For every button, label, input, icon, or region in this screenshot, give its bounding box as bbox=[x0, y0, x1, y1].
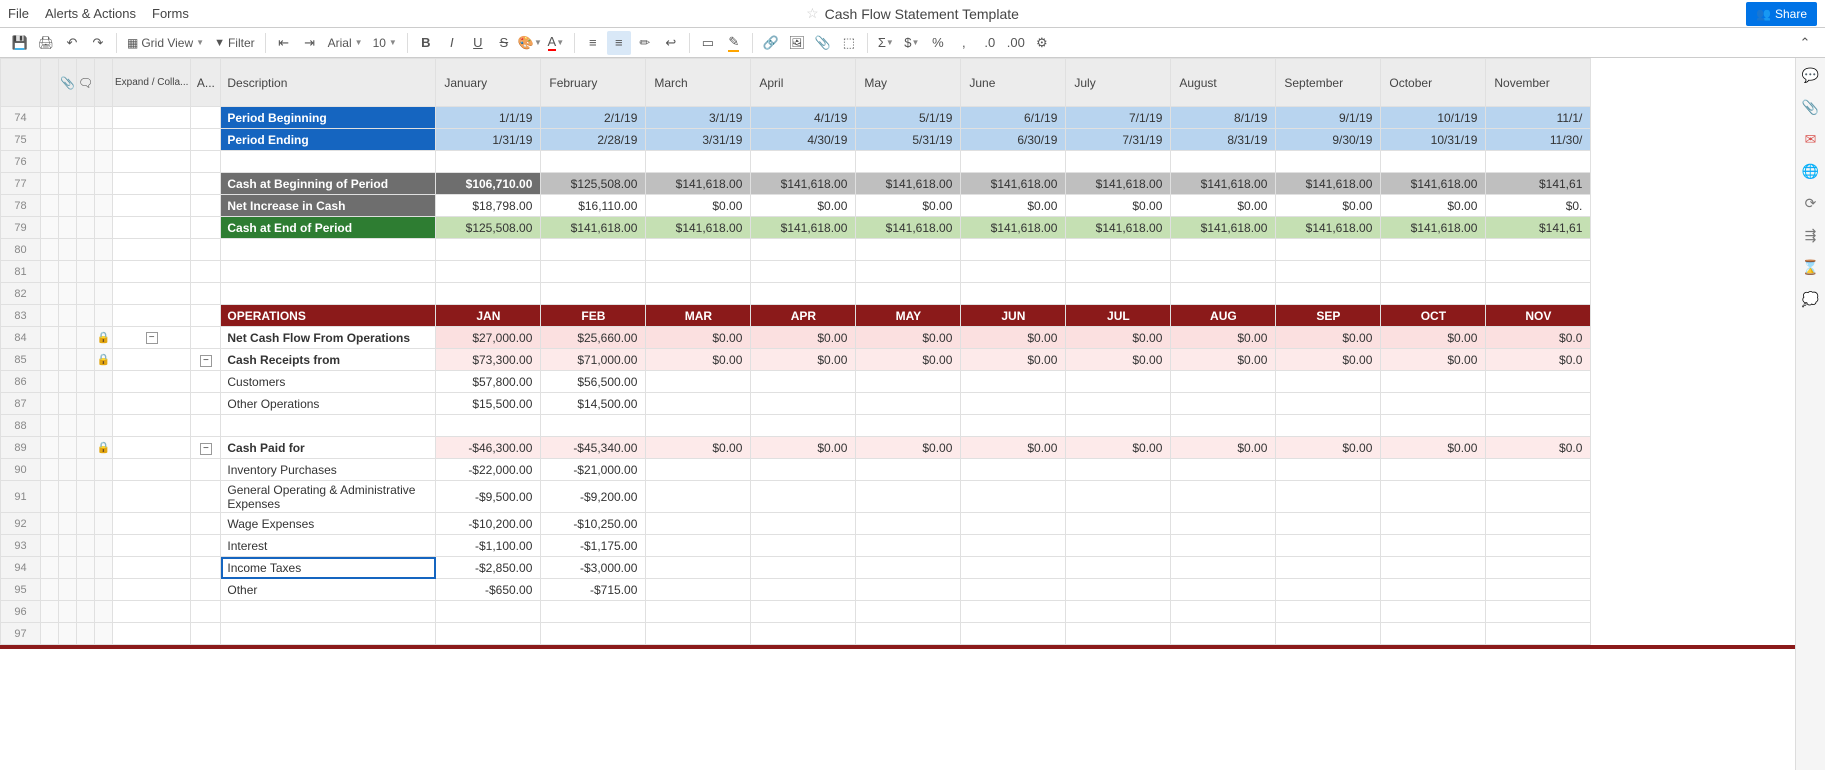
col-jan[interactable]: January bbox=[436, 59, 541, 107]
table-row[interactable]: 80 bbox=[1, 239, 1591, 261]
attach-panel-icon[interactable]: 📎 bbox=[1802, 98, 1820, 116]
highlight-icon[interactable]: ✏ bbox=[633, 31, 657, 55]
people-icon: 👥 bbox=[1756, 7, 1771, 21]
format-panel-icon[interactable]: ⇶ bbox=[1802, 226, 1820, 244]
table-row[interactable]: 76 bbox=[1, 151, 1591, 173]
col-blank2[interactable] bbox=[95, 59, 113, 107]
chat-icon[interactable]: 💭 bbox=[1802, 290, 1820, 308]
table-row[interactable]: 97 bbox=[1, 623, 1591, 645]
table-row[interactable]: 95Other-$650.00-$715.00 bbox=[1, 579, 1591, 601]
toolbar: 💾 🖨 ↶ ↷ ▦ Grid View ▼ ▼ Filter ⇤ ⇥ Arial… bbox=[0, 28, 1825, 58]
table-row[interactable]: 81 bbox=[1, 261, 1591, 283]
col-sep[interactable]: September bbox=[1276, 59, 1381, 107]
wrap-icon[interactable]: ↩ bbox=[659, 31, 683, 55]
title-bar: ☆ Cash Flow Statement Template bbox=[806, 5, 1019, 22]
table-row[interactable]: 89🔒−Cash Paid for-$46,300.00-$45,340.00$… bbox=[1, 437, 1591, 459]
sheet-area[interactable]: 📎 🗨 Expand / Colla... A... Description J… bbox=[0, 58, 1795, 770]
strike-icon[interactable]: S bbox=[492, 31, 516, 55]
link-icon[interactable]: 🔗 bbox=[759, 31, 783, 55]
grid[interactable]: 📎 🗨 Expand / Colla... A... Description J… bbox=[0, 58, 1591, 645]
star-icon[interactable]: ☆ bbox=[806, 5, 819, 22]
thousands-icon[interactable]: , bbox=[952, 31, 976, 55]
col-description[interactable]: Description bbox=[221, 59, 436, 107]
col-jul[interactable]: July bbox=[1066, 59, 1171, 107]
image-icon[interactable]: 🖼 bbox=[785, 31, 809, 55]
activity-icon[interactable]: ⌛ bbox=[1802, 258, 1820, 276]
save-icon[interactable]: 💾 bbox=[8, 31, 32, 55]
percent-icon[interactable]: % bbox=[926, 31, 950, 55]
col-aug[interactable]: August bbox=[1171, 59, 1276, 107]
table-row[interactable]: 75Period Ending1/31/192/28/193/31/194/30… bbox=[1, 129, 1591, 151]
table-row[interactable]: 84🔒−Net Cash Flow From Operations$27,000… bbox=[1, 327, 1591, 349]
col-jun[interactable]: June bbox=[961, 59, 1066, 107]
right-panel: 💬 📎 ✉ 🌐 ⟳ ⇶ ⌛ 💭 bbox=[1795, 58, 1825, 770]
menubar: File Alerts & Actions Forms ☆ Cash Flow … bbox=[0, 0, 1825, 28]
table-row[interactable]: 96 bbox=[1, 601, 1591, 623]
more-format-icon[interactable]: ⚙ bbox=[1030, 31, 1054, 55]
menu-forms[interactable]: Forms bbox=[152, 6, 189, 21]
view-selector[interactable]: ▦ Grid View ▼ bbox=[123, 36, 208, 50]
doc-title[interactable]: Cash Flow Statement Template bbox=[825, 6, 1019, 22]
decimal-inc-icon[interactable]: .00 bbox=[1004, 31, 1028, 55]
sum-icon[interactable]: Σ▼ bbox=[874, 31, 898, 55]
table-row[interactable]: 87Other Operations$15,500.00$14,500.00 bbox=[1, 393, 1591, 415]
font-selector[interactable]: Arial ▼ bbox=[324, 36, 367, 50]
table-row[interactable]: 91General Operating & Administrative Exp… bbox=[1, 481, 1591, 513]
table-row[interactable]: 92Wage Expenses-$10,200.00-$10,250.00 bbox=[1, 513, 1591, 535]
fill-icon[interactable]: 🎨▼ bbox=[518, 31, 542, 55]
proof-icon[interactable]: ✉ bbox=[1802, 130, 1820, 148]
comments-icon[interactable]: 💬 bbox=[1802, 66, 1820, 84]
col-apr[interactable]: April bbox=[751, 59, 856, 107]
menu-alerts[interactable]: Alerts & Actions bbox=[45, 6, 136, 21]
print-icon[interactable]: 🖨 bbox=[34, 31, 58, 55]
format-icon[interactable]: ▭ bbox=[696, 31, 720, 55]
share-button[interactable]: 👥 Share bbox=[1746, 2, 1817, 26]
globe-icon[interactable]: 🌐 bbox=[1802, 162, 1820, 180]
menu-file[interactable]: File bbox=[8, 6, 29, 21]
align-center-icon[interactable]: ≡ bbox=[607, 31, 631, 55]
redo-icon[interactable]: ↷ bbox=[86, 31, 110, 55]
table-row[interactable]: 94Income Taxes-$2,850.00-$3,000.00 bbox=[1, 557, 1591, 579]
outdent-icon[interactable]: ⇤ bbox=[272, 31, 296, 55]
currency-icon[interactable]: $▼ bbox=[900, 31, 924, 55]
bold-icon[interactable]: B bbox=[414, 31, 438, 55]
barcode-icon[interactable]: ⬚ bbox=[837, 31, 861, 55]
textcolor-icon[interactable]: A▼ bbox=[544, 31, 568, 55]
col-discuss[interactable]: 🗨 bbox=[77, 59, 95, 107]
collapse-toolbar-icon[interactable]: ⌃ bbox=[1793, 31, 1817, 55]
undo-icon[interactable]: ↶ bbox=[60, 31, 84, 55]
table-row[interactable]: 77Cash at Beginning of Period$106,710.00… bbox=[1, 173, 1591, 195]
clear-format-icon[interactable]: ✎ bbox=[722, 31, 746, 55]
table-row[interactable]: 90Inventory Purchases-$22,000.00-$21,000… bbox=[1, 459, 1591, 481]
col-feb[interactable]: February bbox=[541, 59, 646, 107]
corner-cell[interactable] bbox=[1, 59, 41, 107]
table-row[interactable]: 78Net Increase in Cash$18,798.00$16,110.… bbox=[1, 195, 1591, 217]
col-a[interactable]: A... bbox=[191, 59, 221, 107]
italic-icon[interactable]: I bbox=[440, 31, 464, 55]
table-row[interactable]: 85🔒−Cash Receipts from$73,300.00$71,000.… bbox=[1, 349, 1591, 371]
col-attach[interactable]: 📎 bbox=[59, 59, 77, 107]
align-left-icon[interactable]: ≡ bbox=[581, 31, 605, 55]
table-row[interactable]: 86Customers$57,800.00$56,500.00 bbox=[1, 371, 1591, 393]
indent-icon[interactable]: ⇥ bbox=[298, 31, 322, 55]
table-row[interactable]: 93Interest-$1,100.00-$1,175.00 bbox=[1, 535, 1591, 557]
table-row[interactable]: 83OPERATIONSJANFEBMARAPRMAYJUNJULAUGSEPO… bbox=[1, 305, 1591, 327]
col-oct[interactable]: October bbox=[1381, 59, 1486, 107]
fontsize-selector[interactable]: 10 ▼ bbox=[369, 36, 401, 50]
attachment-icon[interactable]: 📎 bbox=[811, 31, 835, 55]
table-row[interactable]: 88 bbox=[1, 415, 1591, 437]
filter-button[interactable]: ▼ Filter bbox=[210, 36, 259, 50]
col-mar[interactable]: March bbox=[646, 59, 751, 107]
col-blank1[interactable] bbox=[41, 59, 59, 107]
decimal-dec-icon[interactable]: .0 bbox=[978, 31, 1002, 55]
table-row[interactable]: 74Period Beginning1/1/192/1/193/1/194/1/… bbox=[1, 107, 1591, 129]
table-row[interactable]: 82 bbox=[1, 283, 1591, 305]
col-may[interactable]: May bbox=[856, 59, 961, 107]
col-nov[interactable]: November bbox=[1486, 59, 1591, 107]
table-row[interactable]: 79Cash at End of Period$125,508.00$141,6… bbox=[1, 217, 1591, 239]
col-expand[interactable]: Expand / Colla... bbox=[113, 59, 191, 107]
underline-icon[interactable]: U bbox=[466, 31, 490, 55]
update-icon[interactable]: ⟳ bbox=[1802, 194, 1820, 212]
